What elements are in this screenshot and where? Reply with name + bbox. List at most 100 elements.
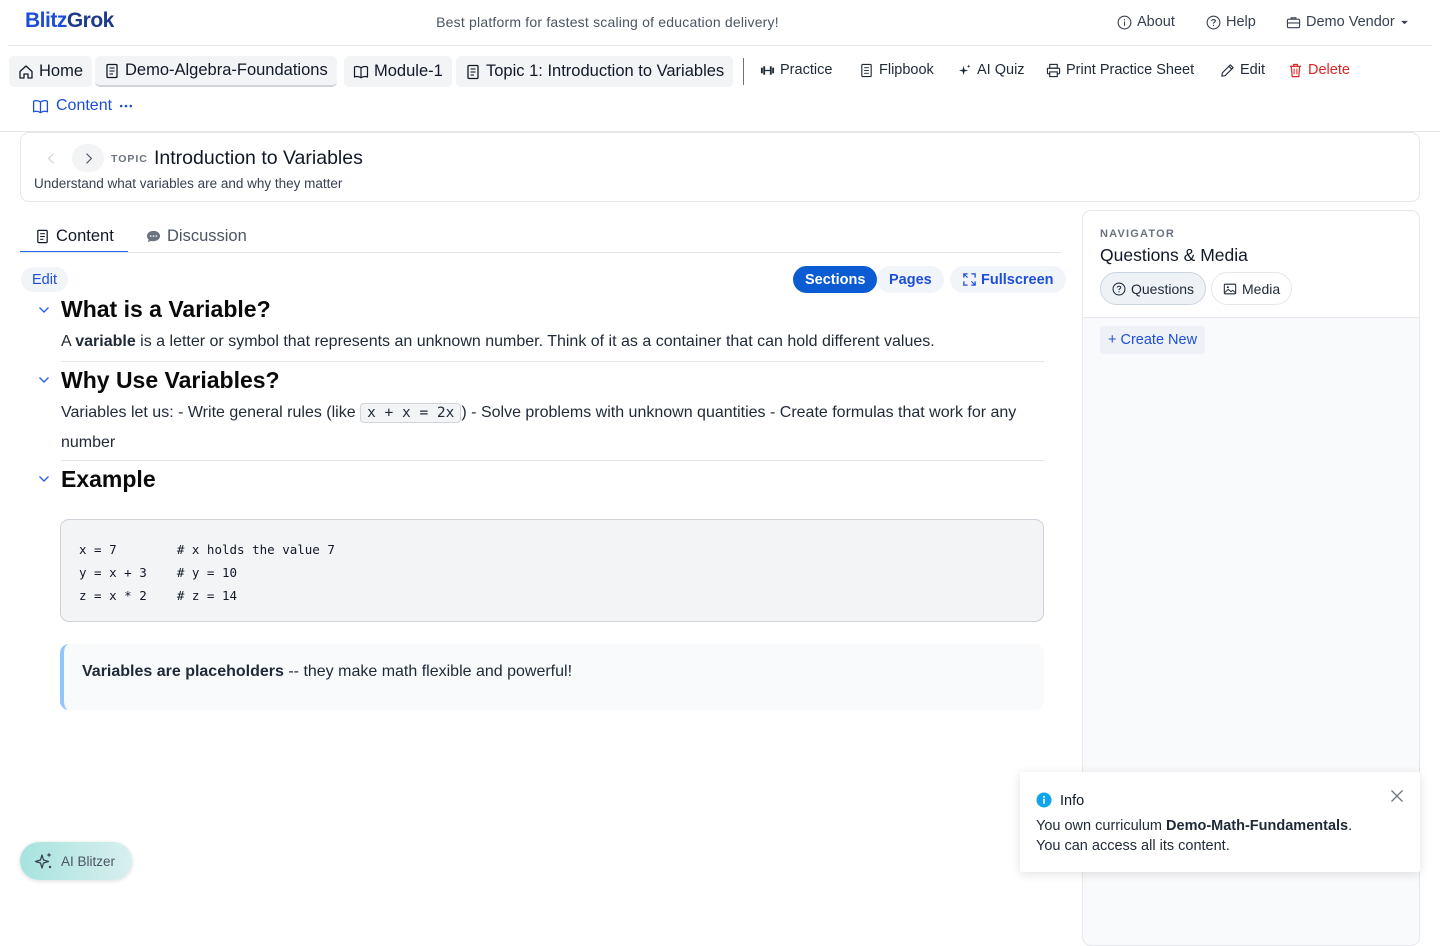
document-icon [106, 63, 118, 78]
question-circle-icon [1112, 282, 1126, 295]
questions-toggle-label: Questions [1131, 280, 1195, 297]
questions-toggle[interactable]: Questions [1100, 272, 1207, 305]
topic-title: Introduction to Variables [154, 147, 363, 169]
caret-down-icon [1400, 20, 1408, 24]
breadcrumb-topic-label: Topic 1: Introduction to Variables [486, 62, 725, 80]
tab-discussion[interactable]: Discussion [146, 220, 247, 253]
section-3-title: Example [61, 466, 156, 492]
breadcrumb-module-label: Module-1 [374, 62, 443, 80]
help-label: Help [1226, 14, 1256, 30]
callout-bold-text: Variables are placeholders [82, 663, 284, 680]
book-icon [353, 65, 369, 78]
practice-button[interactable]: Practice [760, 62, 832, 78]
breadcrumb-curriculum[interactable]: Demo-Algebra-Foundations [95, 56, 337, 87]
flipbook-button[interactable]: Flipbook [859, 62, 934, 78]
breadcrumb-curriculum-label: Demo-Algebra-Foundations [125, 61, 328, 79]
collapse-section-2-chevron-icon[interactable] [38, 374, 50, 386]
print-sheet-button[interactable]: Print Practice Sheet [1046, 62, 1194, 78]
delete-label: Delete [1308, 62, 1350, 78]
section-2-title: Why Use Variables? [61, 367, 280, 393]
breadcrumb-home-label: Home [39, 62, 84, 80]
section-2-text-a: Variables let us: - Write general rules … [61, 404, 361, 421]
callout-note: Variables are placeholders -- they make … [60, 644, 1044, 710]
ai-quiz-label: AI Quiz [977, 62, 1025, 78]
toast-line-1-a: You own curriculum [1036, 818, 1167, 834]
tagline: Best platform for fastest scaling of edu… [436, 14, 779, 30]
close-icon[interactable] [1390, 789, 1404, 803]
info-circle-icon [1117, 15, 1132, 29]
fullscreen-label: Fullscreen [981, 271, 1054, 288]
pages-view-button[interactable]: Pages [877, 266, 944, 293]
chat-bubble-icon [146, 230, 161, 243]
collapse-section-3-chevron-icon[interactable] [38, 473, 50, 485]
topic-tag: TOPIC [111, 153, 148, 165]
edit-label: Edit [1240, 62, 1265, 78]
content-menu-label: Content [56, 97, 113, 114]
edit-button[interactable]: Edit [1220, 62, 1265, 78]
tab-content[interactable]: Content [35, 220, 114, 253]
question-circle-icon [1206, 15, 1221, 29]
info-icon [1036, 792, 1052, 808]
sparkles-icon [34, 852, 52, 869]
chevron-right-icon [85, 152, 92, 164]
help-link[interactable]: Help [1206, 14, 1256, 30]
section-1-text-b: is a letter or symbol that represents an… [135, 333, 935, 350]
content-edit-button[interactable]: Edit [21, 267, 68, 292]
vendor-label: Demo Vendor [1306, 14, 1395, 30]
ai-quiz-button[interactable]: AI Quiz [957, 62, 1025, 78]
trash-icon [1289, 63, 1302, 77]
topic-header-card: TOPIC Introduction to Variables Understa… [20, 132, 1420, 202]
section-divider [61, 460, 1044, 461]
flipbook-label: Flipbook [879, 62, 934, 78]
book-icon [32, 99, 49, 113]
vendor-menu[interactable]: Demo Vendor [1286, 14, 1409, 30]
content-menu[interactable]: Content [32, 97, 133, 115]
more-dots-icon [119, 104, 133, 108]
fullscreen-button[interactable]: Fullscreen [950, 266, 1066, 293]
prev-topic-button[interactable] [35, 144, 67, 172]
breadcrumb-module[interactable]: Module-1 [344, 56, 452, 87]
section-1-text-bold: variable [75, 333, 136, 350]
code-line: y = x + 3 # y = 10 [79, 565, 238, 580]
next-topic-button[interactable] [72, 144, 104, 172]
pages-view-label: Pages [889, 271, 932, 288]
printer-icon [1046, 63, 1061, 77]
delete-button[interactable]: Delete [1288, 62, 1350, 78]
practice-label: Practice [780, 62, 833, 78]
sections-view-label: Sections [805, 271, 866, 288]
create-new-button[interactable]: + Create New [1100, 326, 1206, 354]
topic-subtitle: Understand what variables are and why th… [34, 176, 343, 191]
about-link[interactable]: About [1117, 14, 1175, 30]
breadcrumb-home[interactable]: Home [9, 56, 93, 87]
inline-code: x + x = 2x [360, 403, 462, 423]
top-bar: BlitzGrok Best platform for fastest scal… [0, 0, 1440, 45]
section-1-text: A variable is a letter or symbol that re… [61, 327, 1036, 356]
media-toggle[interactable]: Media [1211, 272, 1293, 305]
document-icon [37, 229, 48, 244]
sparkle-icon [958, 63, 971, 75]
image-icon [1223, 283, 1237, 294]
collapse-section-1-chevron-icon[interactable] [38, 304, 50, 316]
toast-title: Info [1060, 793, 1085, 809]
ai-blitzer-button[interactable]: AI Blitzer [20, 842, 132, 880]
callout-text: -- they make math flexible and powerful! [283, 663, 573, 680]
code-line: x = 7 # x holds the value 7 [79, 542, 335, 557]
tab-discussion-label: Discussion [167, 227, 247, 245]
toast-line-1: You own curriculum Demo-Math-Fundamental… [1036, 816, 1352, 836]
home-icon [19, 64, 33, 79]
fullscreen-icon [963, 273, 976, 286]
toast-line-2: You can access all its content. [1036, 838, 1230, 854]
media-toggle-label: Media [1242, 280, 1281, 297]
sections-view-button[interactable]: Sections [793, 266, 878, 293]
print-sheet-label: Print Practice Sheet [1066, 62, 1195, 78]
navigator-header: NAVIGATOR Questions & Media Questions Me… [1083, 211, 1419, 318]
briefcase-icon [1286, 16, 1301, 28]
section-1-text-a: A [61, 333, 76, 350]
breadcrumb-topic[interactable]: Topic 1: Introduction to Variables [456, 56, 734, 87]
pencil-icon [1221, 63, 1234, 77]
code-block: x = 7 # x holds the value 7 y = x + 3 # … [60, 519, 1044, 622]
section-2-text: Variables let us: - Write general rules … [61, 398, 1036, 457]
ai-blitzer-label: AI Blitzer [61, 853, 116, 869]
document-icon [467, 64, 479, 79]
toast-line-1-b: . [1348, 818, 1353, 834]
